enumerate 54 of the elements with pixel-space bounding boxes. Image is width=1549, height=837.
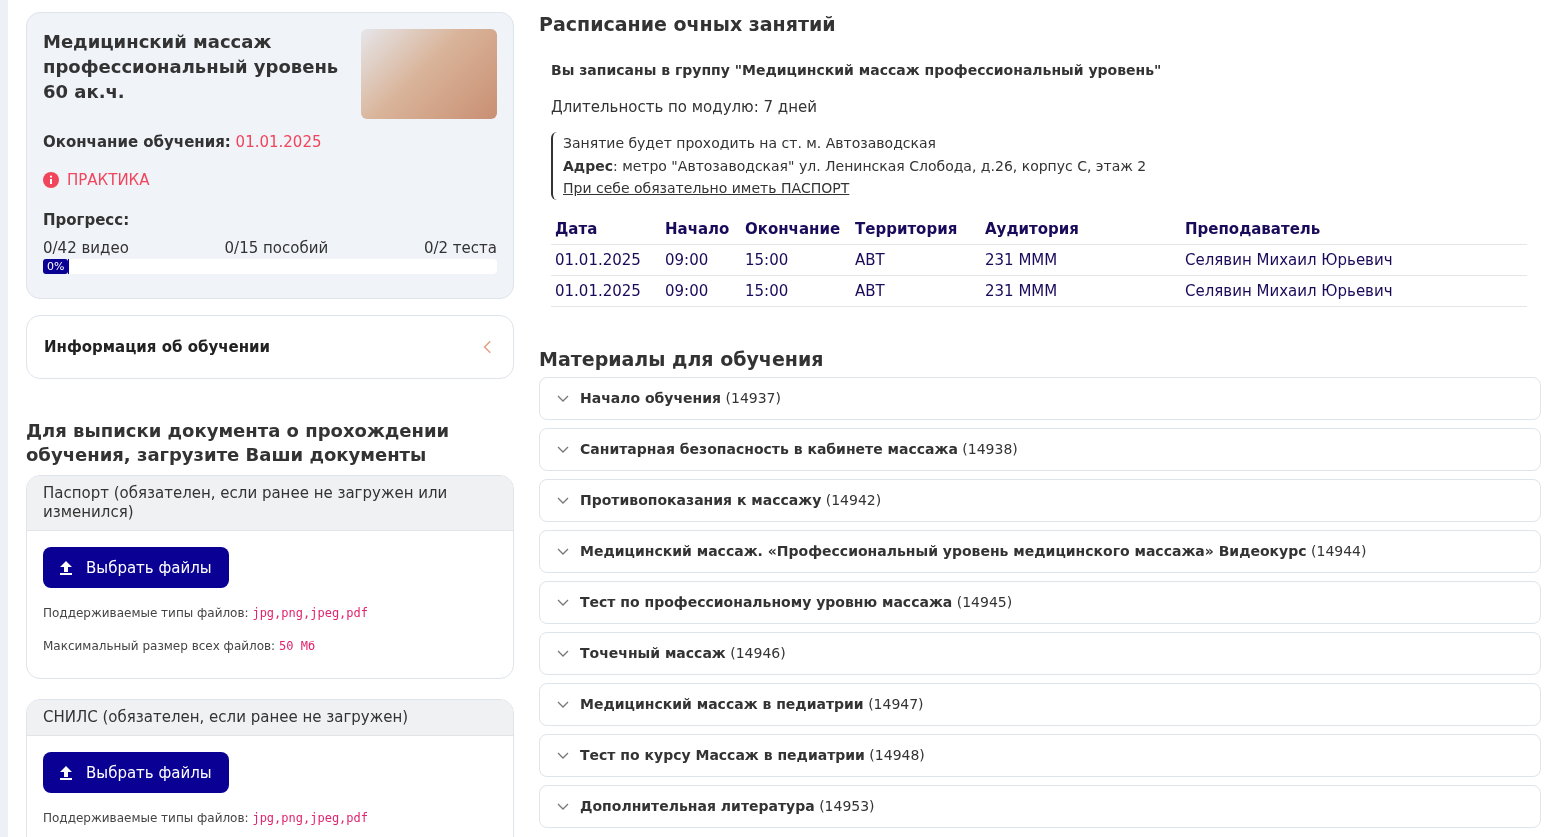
file-size-text: Максимальный размер всех файлов: 50 Мб (43, 639, 317, 654)
section-title: Материалы для обучения (539, 346, 825, 371)
status-text: ПРАКТИКА (67, 171, 150, 189)
table-cell: 09:00 (661, 244, 741, 275)
passport-link[interactable]: При себе обязательно иметь ПАСПОРТ (563, 180, 850, 196)
group-text: Вы записаны в группу "Медицинский массаж профессиональный уровень" (551, 62, 1163, 78)
upload-icon (60, 765, 72, 780)
table-cell: 09:00 (661, 275, 741, 306)
column-header: Дата (551, 213, 661, 244)
material-accordion[interactable]: Противопоказания к массажу (14942) (539, 478, 1541, 522)
table-cell: 15:00 (741, 244, 851, 275)
upload-button[interactable]: Выбрать файлы (43, 547, 229, 588)
section-title: Для выписки документа о прохождении обучения, загрузите Ваши документы (26, 419, 451, 467)
upload-icon (60, 560, 72, 575)
upload-button[interactable]: Выбрать файлы (43, 752, 229, 793)
info-accordion[interactable]: Информация об обучении (26, 315, 514, 379)
end-date-text: Окончание обучения: 01.01.2025 (43, 133, 323, 151)
material-accordion[interactable]: Тест по профессиональному уровню массажа (14945) (539, 580, 1541, 624)
material-accordion[interactable]: Начало обучения (14937) (539, 376, 1541, 420)
table-cell: 01.01.2025 (551, 275, 661, 306)
table-cell: Селявин Михаил Юрьевич (1181, 275, 1527, 306)
file-types-text: Поддерживаемые типы файлов: jpg,png,jpeg,pdf (43, 811, 369, 826)
material-accordion[interactable]: Санитарная безопасность в кабинете массажа (14938) (539, 427, 1541, 471)
progress-label: Прогресс: (43, 211, 131, 229)
column-header: Окончание (741, 213, 851, 244)
info-icon (43, 172, 59, 188)
table-cell: 231 МММ (981, 275, 1181, 306)
duration-text: Длительность по модулю: 7 дней (551, 98, 819, 116)
table-cell: Селявин Михаил Юрьевич (1181, 244, 1527, 275)
progress-counter: 0/42 видео (43, 239, 129, 257)
note-text: Занятие будет проходить на ст. м. Автозаводская (563, 134, 937, 153)
progress-percent: 0% (43, 259, 69, 274)
column-header: Территория (851, 213, 981, 244)
material-accordion[interactable]: Тест по курсу Массаж в педиатрии (14948) (539, 733, 1541, 777)
table-cell: АВТ (851, 244, 981, 275)
file-types-text: Поддерживаемые типы файлов: jpg,png,jpeg,pdf (43, 606, 369, 621)
course-title: Медицинский массаж профессиональный уровень 60 ак.ч. (43, 30, 340, 104)
table-cell: 01.01.2025 (551, 244, 661, 275)
progress-counter: 0/15 пособий (224, 239, 329, 257)
column-header: Преподаватель (1181, 213, 1527, 244)
material-accordion[interactable]: Медицинский массаж. «Профессиональный уровень медицинского массажа» Видеокурс (14944) (539, 529, 1541, 573)
progress-counter: 0/2 теста (423, 239, 497, 257)
material-accordion[interactable]: Дополнительная литература (14953) (539, 784, 1541, 828)
section-title: Расписание очных занятий (539, 12, 837, 36)
table-cell: 15:00 (741, 275, 851, 306)
document-title: СНИЛС (обязателен, если ранее не загружен) (27, 700, 513, 736)
document-title: Паспорт (обязателен, если ранее не загружен или изменился) (27, 476, 513, 531)
table-cell: 231 МММ (981, 244, 1181, 275)
material-accordion[interactable]: Точечный массаж (14946) (539, 631, 1541, 675)
column-header: Аудитория (981, 213, 1181, 244)
table-cell: АВТ (851, 275, 981, 306)
column-header: Начало (661, 213, 741, 244)
material-accordion[interactable]: Медицинский массаж в педиатрии (14947) (539, 682, 1541, 726)
note-text: Адрес: метро "Автозаводская" ул. Ленинская Слобода, д.26, корпус С, этаж 2 (563, 156, 1148, 176)
